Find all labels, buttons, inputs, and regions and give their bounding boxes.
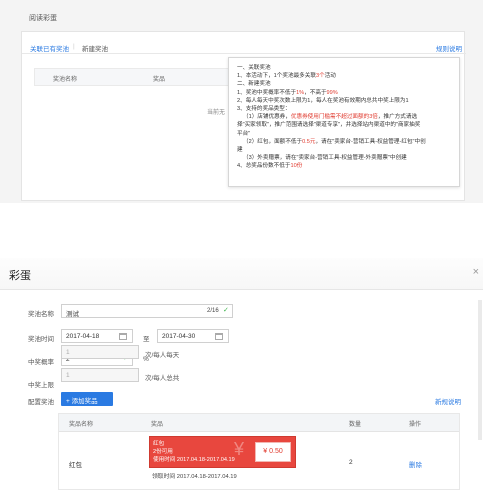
daily-limit-unit: 次/每人每天 bbox=[145, 352, 180, 359]
column-pool-name: 奖池名称 bbox=[53, 77, 78, 83]
red-packet-usage-time: 使用时间 2017.04.18-2017.04.19 bbox=[153, 457, 235, 463]
tooltip-line: 2、每人每天中奖次数上限为1，每人在奖池有效期内总共中奖上限为1 bbox=[237, 97, 409, 104]
calendar-icon[interactable] bbox=[215, 333, 223, 340]
yen-watermark-icon: ¥ bbox=[234, 439, 245, 459]
daily-limit-value: 1 bbox=[66, 349, 70, 356]
prize-table: 奖品名称 奖品 数量 操作 红包 ¥ 红包 2份可用 使用时间 2017.04.… bbox=[58, 413, 460, 490]
tooltip-line: 一、关联奖池 bbox=[237, 65, 271, 71]
red-packet-title: 红包 bbox=[153, 441, 165, 447]
close-icon[interactable]: × bbox=[473, 266, 479, 278]
total-limit-unit: 次/每人总共 bbox=[145, 375, 180, 382]
dialog-title: 彩蛋 bbox=[9, 270, 31, 282]
quantity-cell: 2 bbox=[349, 459, 353, 466]
empty-state-text: 当前无 bbox=[207, 110, 226, 116]
win-limit-label: 中奖上限 bbox=[28, 382, 54, 389]
pool-table-header: 奖池名称 奖品 bbox=[34, 68, 234, 86]
red-packet-card: ¥ 红包 2份可用 使用时间 2017.04.18-2017.04.19 ¥ 0… bbox=[149, 436, 296, 468]
start-date-value: 2017-04-18 bbox=[66, 333, 100, 340]
tooltip-line: 1、本活动下，1个奖池最多关联3个活动 bbox=[237, 73, 336, 80]
red-packet-availability: 2份可用 bbox=[153, 449, 173, 455]
end-date-value: 2017-04-30 bbox=[162, 333, 196, 340]
column-prize: 奖品 bbox=[153, 77, 166, 83]
tab-new-pool[interactable]: 新建奖池 bbox=[82, 43, 108, 53]
win-probability-label: 中奖概率 bbox=[28, 359, 54, 366]
page-title: 阅读彩蛋 bbox=[29, 15, 57, 22]
claim-time-text: 领取时间 2017.04.18-2017.04.19 bbox=[152, 474, 237, 480]
dialog-header: 彩蛋 × bbox=[0, 258, 483, 290]
date-range-separator: 至 bbox=[143, 336, 150, 343]
column-actions: 操作 bbox=[409, 422, 422, 428]
pool-name-label: 奖池名称 bbox=[28, 311, 54, 318]
tooltip-line: 3、支持的奖品类型： bbox=[237, 106, 291, 113]
tooltip-line: 1、奖池中奖概率不低于1%，不高于99% bbox=[237, 89, 338, 96]
new-rules-link[interactable]: 新规说明 bbox=[435, 396, 461, 406]
tooltip-line: （3）外卖赠票，请在"卖家台-营销工具-权益管理-外卖赠票"中创建 bbox=[243, 155, 407, 162]
config-pool-label: 配置奖池 bbox=[28, 399, 54, 406]
pool-period-label: 奖池时间 bbox=[28, 336, 54, 343]
pool-name-counter: 2/16 bbox=[207, 308, 219, 314]
tooltip-line: （1）店铺优惠券，优惠券使用门槛需不超过面额的3倍，推广方式请选 bbox=[243, 114, 418, 121]
tooltip-line: 平台" bbox=[237, 130, 251, 137]
watermark-logo bbox=[376, 165, 476, 187]
section-gap bbox=[0, 203, 483, 258]
add-prize-button[interactable]: + 添加奖品 bbox=[61, 392, 113, 406]
scrollbar-track[interactable] bbox=[478, 300, 482, 440]
tooltip-line: 建 bbox=[237, 147, 243, 154]
total-limit-value: 1 bbox=[66, 372, 70, 379]
pool-name-value: 测试 bbox=[66, 311, 79, 318]
check-circle-icon: ✓ bbox=[223, 307, 229, 314]
column-quantity: 数量 bbox=[349, 422, 362, 428]
prize-table-header: 奖品名称 奖品 数量 操作 bbox=[59, 414, 459, 432]
tooltip-line: 二、新建奖池 bbox=[237, 81, 271, 88]
tooltip-line: （2）红包，面额不低于0.5元，请在"卖家台-营销工具-权益管理-红包"中创 bbox=[243, 138, 426, 145]
prize-name-cell: 红包 bbox=[69, 462, 82, 469]
column-prize-name: 奖品名称 bbox=[69, 422, 94, 428]
rules-link[interactable]: 规则说明 bbox=[436, 43, 462, 53]
red-packet-amount: ¥ 0.50 bbox=[255, 442, 291, 462]
column-prize: 奖品 bbox=[151, 422, 164, 428]
delete-link[interactable]: 删除 bbox=[409, 459, 422, 469]
calendar-icon[interactable] bbox=[119, 333, 127, 340]
total-limit-input[interactable]: 1 bbox=[61, 368, 139, 382]
tooltip-line: 择"买家领取"，推广范围请选择"渠道专享"，并选择站内渠道中的"商家抽奖 bbox=[237, 122, 421, 129]
tab-separator: | bbox=[73, 43, 75, 50]
daily-limit-input[interactable]: 1 bbox=[61, 345, 139, 359]
tab-link-existing-pool[interactable]: 关联已有奖池 bbox=[30, 43, 69, 53]
pool-tabs: 关联已有奖池 | 新建奖池 规则说明 bbox=[22, 38, 466, 54]
